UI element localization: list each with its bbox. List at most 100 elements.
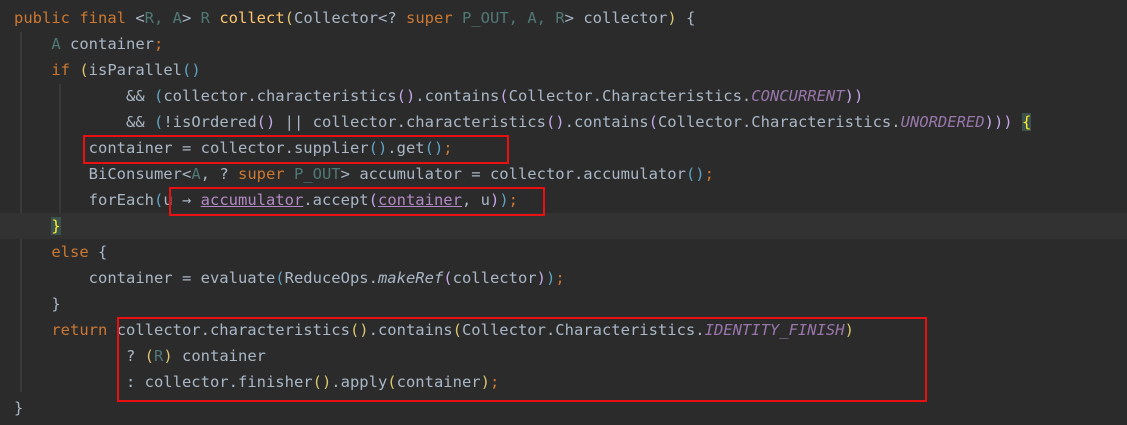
code-line-text: if (isParallel() [14, 57, 201, 83]
code-token: collector [452, 269, 537, 287]
code-token: , ? [200, 165, 238, 183]
code-token: accumulator [200, 191, 304, 209]
code-line-text: } [14, 291, 61, 317]
code-line-text: } [14, 395, 23, 421]
code-line-text: && (!isOrdered() || collector.characteri… [14, 109, 1032, 135]
code-token: container [172, 347, 267, 365]
code-token: P_OUT, A, R [462, 9, 565, 27]
code-line[interactable]: && (!isOrdered() || collector.characteri… [0, 109, 1127, 135]
code-token: { [98, 243, 108, 261]
code-line[interactable]: container = collector.supplier().get(); [0, 135, 1127, 161]
code-line-text: A container; [14, 31, 163, 57]
code-token: ( [144, 347, 154, 365]
code-token: ( [443, 269, 453, 287]
code-line-text: return collector.characteristics().conta… [14, 317, 854, 343]
code-line[interactable]: } [0, 395, 1127, 421]
code-token: () [424, 139, 444, 157]
code-token: () [368, 139, 388, 157]
code-token: > accumulator = collector.accumulator [340, 165, 686, 183]
code-token: ; [489, 373, 500, 391]
code-token: > [182, 9, 201, 27]
code-line[interactable]: ? (R) container [0, 343, 1127, 369]
code-token: return [51, 321, 117, 339]
code-token: && [14, 87, 154, 105]
code-editor[interactable]: public final <R, A> R collect(Collector<… [0, 0, 1127, 425]
code-token: ReduceOps. [284, 269, 378, 287]
code-token: ( [153, 87, 164, 105]
code-token: } [14, 295, 61, 313]
code-line-text: container = evaluate(ReduceOps.makeRef(c… [14, 265, 565, 291]
code-token: { [1021, 113, 1032, 131]
code-token: () [182, 61, 201, 79]
code-line-text: && (collector.characteristics().contains… [14, 83, 863, 109]
code-token: isParallel [88, 61, 182, 79]
code-token: ; [555, 269, 565, 287]
code-line-text: forEach(u → accumulator.accept(container… [14, 187, 518, 213]
code-token: < [135, 9, 145, 27]
code-line[interactable]: && (collector.characteristics().contains… [0, 83, 1127, 109]
code-line-text: else { [14, 239, 107, 265]
code-token: R [154, 347, 164, 365]
code-line[interactable]: container = evaluate(ReduceOps.makeRef(c… [0, 265, 1127, 291]
code-token: ) [480, 373, 490, 391]
code-token: : collector.finisher [14, 373, 313, 391]
code-token: () [256, 113, 276, 131]
code-line[interactable]: } [0, 291, 1127, 317]
code-token: R [200, 9, 220, 27]
code-line[interactable]: BiConsumer<A, ? super P_OUT> accumulator… [0, 161, 1127, 187]
code-token: container [377, 191, 462, 209]
code-line-text: container = collector.supplier().get(); [14, 135, 453, 161]
code-token: UNORDERED [900, 113, 985, 131]
code-token: } [14, 399, 24, 417]
code-token: ( [284, 9, 295, 27]
code-line[interactable]: return collector.characteristics().conta… [0, 317, 1127, 343]
code-token: ; [443, 139, 453, 157]
code-line[interactable]: } [0, 213, 1127, 239]
code-token: collect [219, 9, 285, 27]
code-token: .contains [415, 87, 500, 105]
code-token: ; [154, 35, 164, 53]
code-token: .accept [303, 191, 369, 209]
code-line[interactable]: forEach(u → accumulator.accept(container… [0, 187, 1127, 213]
code-token: BiConsumer< [14, 165, 192, 183]
code-token: () [685, 165, 705, 183]
code-token: if [51, 61, 80, 79]
code-token: IDENTITY_FINISH [704, 321, 845, 339]
code-token: ; [508, 191, 519, 209]
code-token: ) [667, 9, 677, 27]
code-token: Collector.Characteristics. [657, 113, 901, 131]
code-token: ) [536, 269, 546, 287]
code-line[interactable]: A container; [0, 31, 1127, 57]
code-line[interactable]: if (isParallel() [0, 57, 1127, 83]
code-token: ( [79, 61, 89, 79]
code-token: ) [163, 347, 173, 365]
code-token: || collector.characteristics [275, 113, 546, 131]
code-token: ? [14, 347, 145, 365]
code-token: collector.characteristics [163, 87, 397, 105]
code-line-text: } [14, 213, 61, 239]
code-token: () [349, 321, 369, 339]
code-line-text: public final <R, A> R collect(Collector<… [14, 5, 695, 31]
code-token: ( [499, 87, 509, 105]
code-token: ( [368, 191, 378, 209]
code-line[interactable]: public final <R, A> R collect(Collector<… [0, 5, 1127, 31]
code-token: ( [153, 191, 164, 209]
code-token: > collector [564, 9, 668, 27]
code-line-text: BiConsumer<A, ? super P_OUT> accumulator… [14, 161, 714, 187]
code-token: ( [648, 113, 658, 131]
code-token: () [545, 113, 565, 131]
code-token: u → [163, 191, 201, 209]
code-token: makeRef [377, 269, 444, 287]
code-line[interactable]: : collector.finisher().apply(container); [0, 369, 1127, 395]
code-line[interactable]: else { [0, 239, 1127, 265]
code-token: .get [387, 139, 425, 157]
code-token: public final [14, 9, 136, 27]
code-token: { [676, 9, 696, 27]
code-token: ( [452, 321, 462, 339]
code-token: container [70, 35, 154, 53]
code-token: ) [499, 191, 509, 209]
code-token: ))) [984, 113, 1013, 131]
